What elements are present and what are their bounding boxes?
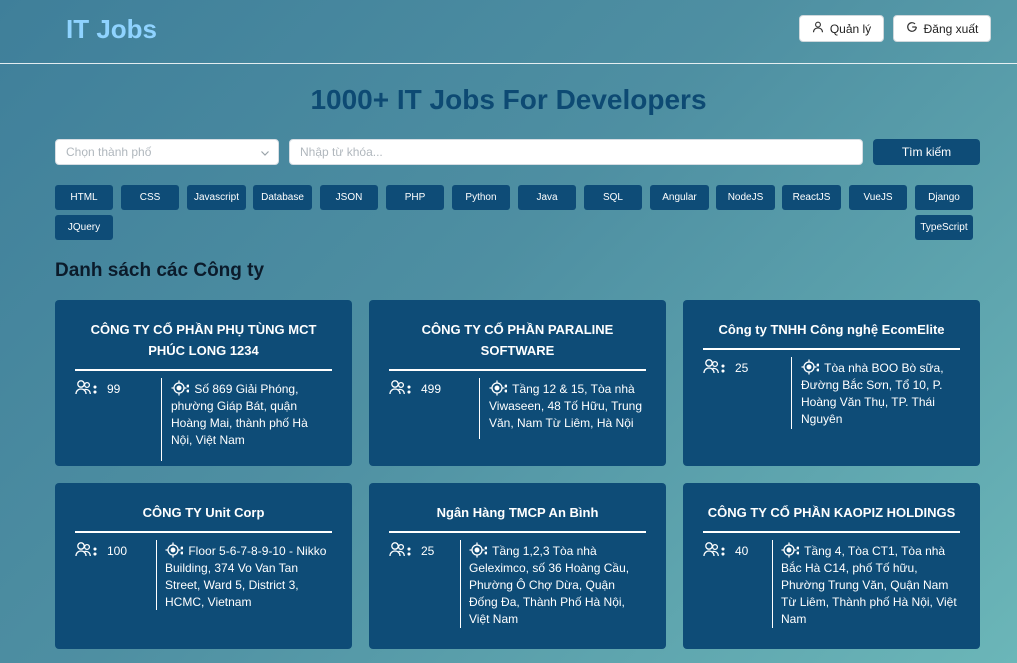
- tag-html[interactable]: HTML: [55, 185, 113, 210]
- employee-count: 499: [389, 379, 441, 398]
- company-card[interactable]: CÔNG TY CỔ PHẦN PARALINE SOFTWARE 499 Tầ…: [369, 300, 666, 466]
- employee-count-value: 25: [735, 360, 749, 375]
- manage-button-label: Quản lý: [829, 21, 872, 36]
- company-address: Tầng 12 & 15, Tòa nhà Viwaseen, 48 Tố Hữ…: [489, 380, 649, 432]
- tag-jquery[interactable]: JQuery: [55, 215, 113, 240]
- company-card[interactable]: Công ty TNHH Công nghệ EcomElite 25 Tòa …: [683, 300, 980, 466]
- tag-json[interactable]: JSON: [320, 185, 378, 210]
- location-crosshair-icon: [781, 542, 800, 558]
- divider: [389, 369, 646, 371]
- tag-css[interactable]: CSS: [121, 185, 179, 210]
- divider: [460, 540, 461, 628]
- divider: [161, 378, 162, 461]
- company-address-text: Số 869 Giải Phóng, phường Giáp Bát, quận…: [171, 382, 308, 447]
- users-icon: [389, 541, 415, 560]
- tag-javascript[interactable]: Javascript: [187, 185, 246, 210]
- logo[interactable]: IT Jobs: [66, 14, 157, 45]
- company-name: CÔNG TY CỔ PHẦN KAOPIZ HOLDINGS: [707, 505, 956, 520]
- tag-vuejs[interactable]: VueJS: [849, 185, 907, 210]
- divider: [75, 531, 332, 533]
- header: IT Jobs Quản lý Đăng xuất: [0, 0, 1017, 64]
- company-address: Số 869 Giải Phóng, phường Giáp Bát, quận…: [171, 380, 331, 449]
- divider: [156, 540, 157, 610]
- company-address: Tòa nhà BOO Bò sữa, Đường Bắc Sơn, Tổ 10…: [801, 359, 961, 428]
- employee-count-value: 40: [735, 543, 749, 558]
- employee-count: 25: [389, 541, 434, 560]
- tag-php[interactable]: PHP: [386, 185, 444, 210]
- tag-java[interactable]: Java: [518, 185, 576, 210]
- search-button[interactable]: Tìm kiếm: [873, 139, 980, 165]
- company-address-text: Tầng 4, Tòa CT1, Tòa nhà Bắc Hà C14, phố…: [781, 544, 957, 626]
- location-crosshair-icon: [171, 380, 190, 396]
- company-card[interactable]: CÔNG TY CỔ PHẦN KAOPIZ HOLDINGS 40 Tầng …: [683, 483, 980, 649]
- divider: [479, 378, 480, 439]
- employee-count: 99: [75, 379, 120, 398]
- company-name: Ngân Hàng TMCP An Bình: [436, 505, 599, 520]
- users-icon: [703, 358, 729, 377]
- keyword-input[interactable]: [289, 139, 863, 165]
- chevron-down-icon: [260, 147, 270, 157]
- page-title: 1000+ IT Jobs For Developers: [310, 84, 707, 115]
- company-name: CÔNG TY Unit Corp: [142, 505, 265, 520]
- tag-nodejs[interactable]: NodeJS: [716, 185, 775, 210]
- company-name: CÔNG TY CỔ PHẦN PHỤ TÙNG MCT PHÚC LONG 1…: [90, 322, 317, 358]
- employee-count: 25: [703, 358, 748, 377]
- divider: [75, 369, 332, 371]
- company-card[interactable]: CÔNG TY CỔ PHẦN PHỤ TÙNG MCT PHÚC LONG 1…: [55, 300, 352, 466]
- employee-count: 100: [75, 541, 127, 560]
- company-name: Công ty TNHH Công nghệ EcomElite: [718, 322, 945, 337]
- location-crosshair-icon: [801, 359, 820, 375]
- company-card[interactable]: CÔNG TY Unit Corp 100 Floor 5-6-7-8-9-10…: [55, 483, 352, 649]
- company-address: Floor 5-6-7-8-9-10 - Nikko Building, 374…: [165, 542, 331, 611]
- city-select[interactable]: Chọn thành phố: [55, 139, 279, 165]
- company-address: Tầng 4, Tòa CT1, Tòa nhà Bắc Hà C14, phố…: [781, 542, 963, 628]
- divider: [703, 531, 960, 533]
- users-icon: [75, 541, 101, 560]
- users-icon: [75, 379, 101, 398]
- tag-database[interactable]: Database: [253, 185, 312, 210]
- company-address-text: Tầng 12 & 15, Tòa nhà Viwaseen, 48 Tố Hữ…: [489, 382, 643, 430]
- tag-django[interactable]: Django: [915, 185, 973, 210]
- company-address-text: Tầng 1,2,3 Tòa nhà Geleximco, số 36 Hoàn…: [469, 544, 630, 626]
- google-icon: [906, 21, 918, 36]
- logout-button-label: Đăng xuất: [923, 21, 979, 36]
- location-crosshair-icon: [469, 542, 488, 558]
- divider: [389, 531, 646, 533]
- company-address: Tầng 1,2,3 Tòa nhà Geleximco, số 36 Hoàn…: [469, 542, 645, 628]
- company-address-text: Floor 5-6-7-8-9-10 - Nikko Building, 374…: [165, 544, 327, 609]
- tag-angular[interactable]: Angular: [650, 185, 709, 210]
- divider: [791, 357, 792, 429]
- user-icon: [812, 21, 824, 36]
- users-icon: [703, 541, 729, 560]
- employee-count-value: 25: [421, 543, 435, 558]
- tag-sql[interactable]: SQL: [584, 185, 642, 210]
- tag-reactjs[interactable]: ReactJS: [782, 185, 841, 210]
- company-address-text: Tòa nhà BOO Bò sữa, Đường Bắc Sơn, Tổ 10…: [801, 361, 944, 426]
- logout-button[interactable]: Đăng xuất: [893, 15, 991, 42]
- city-select-placeholder: Chọn thành phố: [66, 145, 152, 159]
- divider: [703, 348, 960, 350]
- company-card[interactable]: Ngân Hàng TMCP An Bình 25 Tầng 1,2,3 Tòa…: [369, 483, 666, 649]
- employee-count-value: 100: [107, 543, 128, 558]
- companies-section-title: Danh sách các Công ty: [55, 260, 265, 281]
- manage-button[interactable]: Quản lý: [799, 15, 884, 42]
- employee-count-value: 499: [421, 381, 442, 396]
- tag-python[interactable]: Python: [452, 185, 510, 210]
- location-crosshair-icon: [489, 380, 508, 396]
- company-name: CÔNG TY CỔ PHẦN PARALINE SOFTWARE: [421, 322, 614, 358]
- users-icon: [389, 379, 415, 398]
- employee-count-value: 99: [107, 381, 121, 396]
- tag-typescript[interactable]: TypeScript: [915, 215, 973, 240]
- divider: [772, 540, 773, 628]
- employee-count: 40: [703, 541, 748, 560]
- location-crosshair-icon: [165, 542, 184, 558]
